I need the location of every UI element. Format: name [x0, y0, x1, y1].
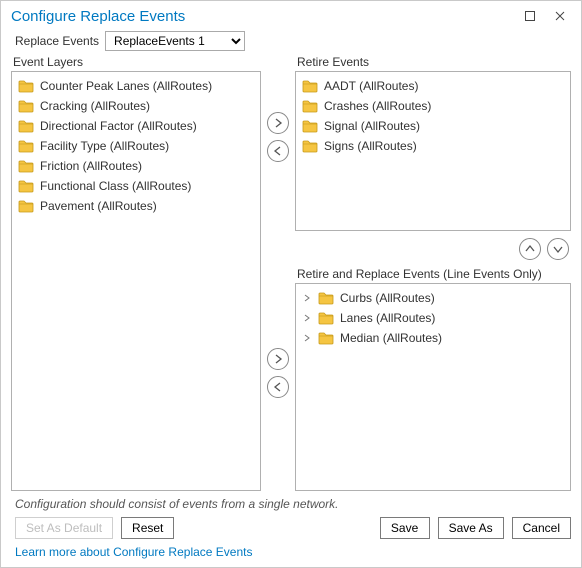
move-down-button[interactable] [547, 238, 569, 260]
move-right-retirereplace-button[interactable] [267, 348, 289, 370]
save-button[interactable]: Save [380, 517, 430, 539]
move-left-retirereplace-button[interactable] [267, 376, 289, 398]
retire-replace-item-label: Median (AllRoutes) [340, 330, 442, 346]
reset-button[interactable]: Reset [121, 517, 174, 539]
retire-replace-item[interactable]: Curbs (AllRoutes) [298, 288, 568, 308]
retire-events-item-label: Crashes (AllRoutes) [324, 98, 431, 114]
move-up-button[interactable] [519, 238, 541, 260]
folder-icon [318, 331, 334, 345]
retire-events-item[interactable]: Signal (AllRoutes) [298, 116, 568, 136]
folder-icon [302, 139, 318, 153]
folder-icon [18, 99, 34, 113]
retire-events-label: Retire Events [295, 55, 571, 71]
folder-icon [18, 79, 34, 93]
expand-icon[interactable] [302, 293, 312, 303]
set-as-default-button[interactable]: Set As Default [15, 517, 113, 539]
move-left-retire-button[interactable] [267, 140, 289, 162]
network-hint: Configuration should consist of events f… [1, 493, 581, 513]
retire-events-item-label: Signal (AllRoutes) [324, 118, 420, 134]
event-layers-item[interactable]: Directional Factor (AllRoutes) [14, 116, 258, 136]
folder-icon [18, 159, 34, 173]
folder-icon [18, 199, 34, 213]
retire-replace-item-label: Lanes (AllRoutes) [340, 310, 435, 326]
move-right-retire-button[interactable] [267, 112, 289, 134]
folder-icon [302, 79, 318, 93]
content-area: Event Layers Counter Peak Lanes (AllRout… [1, 55, 581, 493]
save-as-button[interactable]: Save As [438, 517, 504, 539]
retire-replace-item-label: Curbs (AllRoutes) [340, 290, 435, 306]
expand-icon[interactable] [302, 333, 312, 343]
right-column: Retire Events AADT (AllRoutes) Crashes (A… [295, 55, 571, 491]
maximize-button[interactable] [515, 5, 545, 27]
folder-icon [302, 119, 318, 133]
retire-replace-item[interactable]: Lanes (AllRoutes) [298, 308, 568, 328]
cancel-button[interactable]: Cancel [512, 517, 571, 539]
retire-events-list[interactable]: AADT (AllRoutes) Crashes (AllRoutes) Signa… [295, 71, 571, 231]
footer: Set As Default Reset Save Save As Cancel [1, 513, 581, 543]
replace-events-combo[interactable]: ReplaceEvents 1 [105, 31, 245, 51]
retire-replace-events-list[interactable]: Curbs (AllRoutes) Lanes (AllRoutes) Median… [295, 283, 571, 491]
event-layers-item[interactable]: Cracking (AllRoutes) [14, 96, 258, 116]
event-layers-item-label: Friction (AllRoutes) [40, 158, 142, 174]
retire-events-item-label: AADT (AllRoutes) [324, 78, 418, 94]
event-layers-item-label: Cracking (AllRoutes) [40, 98, 150, 114]
event-layers-item[interactable]: Friction (AllRoutes) [14, 156, 258, 176]
retire-reorder-row [295, 231, 571, 267]
titlebar: Configure Replace Events [1, 1, 581, 29]
event-layers-list[interactable]: Counter Peak Lanes (AllRoutes) Cracking (… [11, 71, 261, 491]
close-button[interactable] [545, 5, 575, 27]
folder-icon [318, 291, 334, 305]
event-layers-item-label: Functional Class (AllRoutes) [40, 178, 191, 194]
event-layers-item[interactable]: Pavement (AllRoutes) [14, 196, 258, 216]
retire-events-item[interactable]: Crashes (AllRoutes) [298, 96, 568, 116]
retire-replace-label: Retire and Replace Events (Line Events O… [295, 267, 571, 283]
event-layers-item[interactable]: Counter Peak Lanes (AllRoutes) [14, 76, 258, 96]
event-layers-item-label: Pavement (AllRoutes) [40, 198, 157, 214]
event-layers-item-label: Counter Peak Lanes (AllRoutes) [40, 78, 212, 94]
event-layers-label: Event Layers [11, 55, 261, 71]
expand-icon[interactable] [302, 313, 312, 323]
folder-icon [302, 99, 318, 113]
retire-events-item[interactable]: AADT (AllRoutes) [298, 76, 568, 96]
replace-events-selector-row: Replace Events ReplaceEvents 1 [1, 29, 581, 55]
retire-replace-item[interactable]: Median (AllRoutes) [298, 328, 568, 348]
folder-icon [18, 139, 34, 153]
event-layers-item-label: Directional Factor (AllRoutes) [40, 118, 197, 134]
folder-icon [318, 311, 334, 325]
event-layers-column: Event Layers Counter Peak Lanes (AllRout… [11, 55, 261, 491]
folder-icon [18, 179, 34, 193]
event-layers-item-label: Facility Type (AllRoutes) [40, 138, 169, 154]
event-layers-item[interactable]: Functional Class (AllRoutes) [14, 176, 258, 196]
folder-icon [18, 119, 34, 133]
window-title: Configure Replace Events [11, 8, 515, 25]
retire-events-item[interactable]: Signs (AllRoutes) [298, 136, 568, 156]
learn-more-link[interactable]: Learn more about Configure Replace Event… [1, 543, 581, 567]
transfer-buttons-column [265, 55, 291, 491]
event-layers-item[interactable]: Facility Type (AllRoutes) [14, 136, 258, 156]
retire-events-item-label: Signs (AllRoutes) [324, 138, 417, 154]
replace-events-label: Replace Events [15, 34, 99, 48]
